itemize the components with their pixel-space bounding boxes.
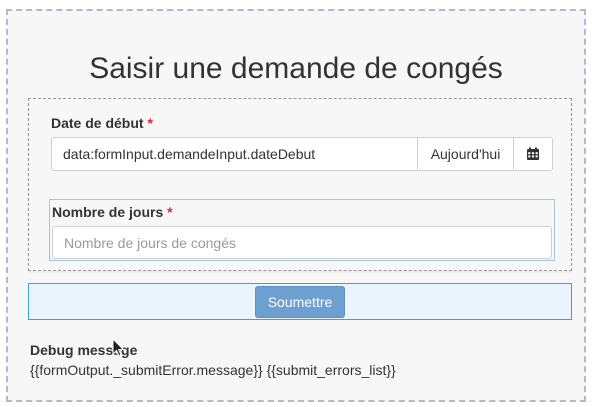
calendar-icon [527, 147, 539, 160]
date-debut-label: Date de début * [51, 115, 153, 131]
date-debut-input-group: Aujourd'hui [51, 137, 553, 171]
required-mark: * [167, 204, 173, 220]
form-panel: Date de début * Aujourd'hui Nombre de jo… [28, 98, 572, 271]
date-debut-input[interactable] [52, 138, 417, 170]
submit-button[interactable]: Soumettre [255, 286, 345, 318]
debug-text: {{formOutput._submitError.message}} {{su… [30, 362, 396, 378]
required-mark: * [147, 115, 153, 131]
nombre-jours-input[interactable] [52, 226, 552, 259]
nombre-jours-label: Nombre de jours * [52, 204, 173, 220]
mouse-cursor-icon [112, 338, 125, 357]
page-title: Saisir une demande de congés [89, 52, 503, 85]
calendar-button[interactable] [513, 138, 552, 170]
nombre-jours-field: Nombre de jours * [49, 199, 555, 261]
nombre-jours-label-text: Nombre de jours [52, 204, 164, 220]
today-button[interactable]: Aujourd'hui [417, 138, 513, 170]
date-debut-label-text: Date de début [51, 115, 144, 131]
submit-row: Soumettre [28, 283, 572, 320]
